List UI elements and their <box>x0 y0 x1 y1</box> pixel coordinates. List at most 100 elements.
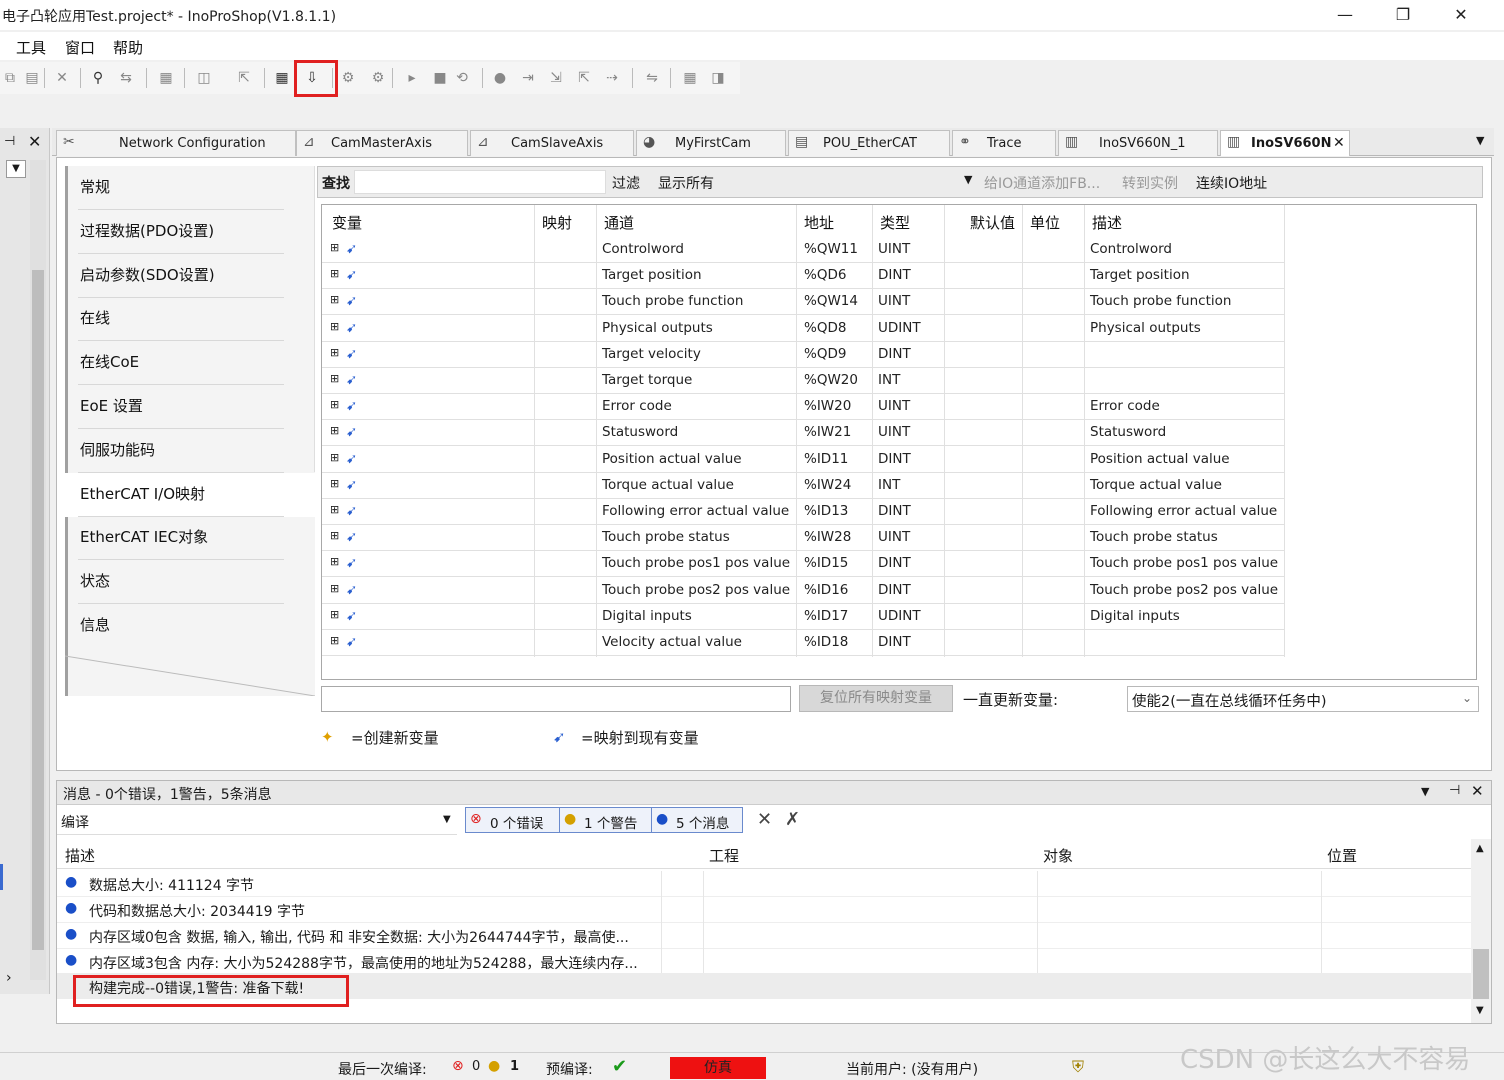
message-row[interactable]: ● 数据总大小: 411124 字节 <box>57 871 1471 897</box>
table-row[interactable]: ⊞ ➹ Following error actual value %ID13 DINT F… <box>322 499 1284 525</box>
scroll-down-icon[interactable]: ▼ <box>1476 1005 1484 1016</box>
nav-item[interactable]: EtherCAT IEC对象 <box>80 526 208 547</box>
reset-mapping-button[interactable]: 复位所有映射变量 <box>799 685 953 712</box>
map-variable-icon[interactable]: ➹ <box>346 346 357 362</box>
close-icon[interactable]: ✕ <box>1471 782 1484 800</box>
table-row[interactable]: ⊞ ➹ Target velocity %QD9 DINT <box>322 342 1284 368</box>
step-over-icon[interactable]: ⇥ <box>518 68 538 88</box>
logout-icon[interactable]: ⚙ <box>368 68 388 88</box>
run-icon[interactable]: ▸ <box>402 68 422 88</box>
filter-dropdown-icon[interactable]: ▼ <box>964 173 972 186</box>
close-button[interactable]: ✕ <box>1432 0 1490 30</box>
login-icon[interactable]: ⚙ <box>338 68 358 88</box>
print-icon[interactable]: ▦ <box>156 68 176 88</box>
map-variable-icon[interactable]: ➹ <box>346 634 357 650</box>
expand-icon[interactable]: ⊞ <box>330 398 339 411</box>
paste-icon[interactable]: ▤ <box>22 68 42 88</box>
filter-select[interactable]: 显示所有 <box>658 173 714 193</box>
step-out-icon[interactable]: ⇱ <box>574 68 594 88</box>
table-row[interactable]: ⊞ ➹ Target torque %QW20 INT <box>322 368 1284 394</box>
col-description[interactable]: 描述 <box>65 845 95 866</box>
expand-icon[interactable]: ⊞ <box>330 346 339 359</box>
add-fb-button[interactable]: 给IO通道添加FB... <box>984 173 1100 193</box>
table-row[interactable]: ⊞ ➹ Touch probe status %IW28 UINT Touch probe… <box>322 525 1284 552</box>
tab-cammasteraxis[interactable]: ⊿ CamMasterAxis <box>296 130 468 156</box>
map-variable-icon[interactable]: ➹ <box>346 372 357 388</box>
pin-icon[interactable]: ⊣ <box>1449 783 1460 798</box>
table-row[interactable]: ⊞ ➹ Touch probe function %QW14 UINT Touch pro… <box>322 289 1284 316</box>
reset-icon[interactable]: ⟲ <box>452 68 472 88</box>
nav-item[interactable]: 伺服功能码 <box>80 439 155 460</box>
warnings-filter[interactable]: ● 1 个警告 <box>560 808 652 832</box>
flow-icon[interactable]: ⇋ <box>642 68 662 88</box>
nav-item[interactable]: EtherCAT I/O映射 <box>80 483 205 504</box>
menu-help[interactable]: 帮助 <box>113 37 143 58</box>
map-variable-icon[interactable]: ➹ <box>346 529 357 545</box>
map-variable-icon[interactable]: ➹ <box>346 293 357 309</box>
table-row[interactable]: ⊞ ➹ Controlword %QW11 UINT Controlword <box>322 237 1284 263</box>
goto-instance-button[interactable]: 转到实例 <box>1122 173 1178 193</box>
dropdown-icon[interactable]: ▼ <box>6 160 26 178</box>
table-row[interactable]: ⊞ ➹ Digital inputs %ID17 UDINT Digital inputs <box>322 604 1284 630</box>
col-variable[interactable]: 变量 <box>332 212 362 233</box>
category-select[interactable]: 编译 ▼ <box>57 807 457 835</box>
map-variable-icon[interactable]: ➹ <box>346 398 357 414</box>
table-row[interactable]: ⊞ ➹ Velocity actual value %ID18 DINT <box>322 630 1284 656</box>
update-select[interactable]: 使能2(一直在总线循环任务中) ⌄ <box>1127 686 1479 712</box>
col-channel[interactable]: 通道 <box>604 212 634 233</box>
io-input[interactable] <box>321 686 791 712</box>
tab-network-configuration[interactable]: ✂ Network Configuration <box>56 130 296 156</box>
menu-window[interactable]: 窗口 <box>65 37 95 58</box>
nav-item[interactable]: 状态 <box>80 570 110 591</box>
tab-camslaveaxis[interactable]: ⊿ CamSlaveAxis <box>470 130 634 156</box>
nav-item[interactable]: 过程数据(PDO设置) <box>80 220 214 241</box>
table-row[interactable]: ⊞ ➹ Touch probe pos2 pos value %ID16 DINT Tou… <box>322 578 1284 604</box>
col-type[interactable]: 类型 <box>880 212 910 233</box>
expand-icon[interactable]: ⊞ <box>330 267 339 280</box>
table-row[interactable]: ⊞ ➹ Torque actual value %IW24 INT Torque actu… <box>322 473 1284 499</box>
map-variable-icon[interactable]: ➹ <box>346 503 357 519</box>
clear-all-icon[interactable]: ✗ <box>785 809 800 830</box>
replace-icon[interactable]: ⇆ <box>116 68 136 88</box>
debug-icon[interactable]: ◨ <box>708 68 728 88</box>
expand-icon[interactable]: ⊞ <box>330 293 339 306</box>
col-object[interactable]: 对象 <box>1043 845 1073 866</box>
expand-icon[interactable]: ⊞ <box>330 634 339 647</box>
simulation-indicator[interactable]: 仿真 <box>670 1057 766 1079</box>
col-project[interactable]: 工程 <box>709 845 739 866</box>
pin-icon[interactable]: ⊣ <box>4 134 15 149</box>
menu-tools[interactable]: 工具 <box>16 37 46 58</box>
scrollbar[interactable] <box>30 160 46 980</box>
col-description[interactable]: 描述 <box>1092 212 1122 233</box>
stop-icon[interactable]: ■ <box>430 68 450 88</box>
table-row[interactable]: ⊞ ➹ Physical outputs %QD8 UDINT Physical outp… <box>322 316 1284 342</box>
infos-filter[interactable]: ● 5 个消息 <box>652 808 742 832</box>
maximize-button[interactable]: ❐ <box>1374 0 1432 30</box>
message-row[interactable]: ● 内存区域3包含 内存: 大小为524288字节，最高使用的地址为524288，… <box>57 949 1471 975</box>
breakpoint-icon[interactable]: ● <box>490 68 510 88</box>
table-row[interactable]: ⊞ ➹ Position actual value %ID11 DINT Position… <box>322 447 1284 473</box>
tab-list-icon[interactable]: ▼ <box>1476 134 1484 147</box>
expand-icon[interactable]: ⊞ <box>330 320 339 333</box>
scroll-up-icon[interactable]: ▲ <box>1476 843 1484 854</box>
expand-icon[interactable]: ⊞ <box>330 451 339 464</box>
open-icon[interactable]: ⇱ <box>234 68 254 88</box>
nav-item[interactable]: 启动参数(SDO设置) <box>80 264 215 285</box>
col-position[interactable]: 位置 <box>1327 845 1357 866</box>
minimize-button[interactable]: — <box>1316 0 1374 30</box>
close-tab-icon[interactable]: ✕ <box>1333 135 1345 151</box>
errors-filter[interactable]: ⊗ 0 个错误 <box>466 808 560 832</box>
map-variable-icon[interactable]: ➹ <box>346 608 357 624</box>
window-icon[interactable]: ◫ <box>194 68 214 88</box>
expand-icon[interactable]: ⊞ <box>330 477 339 490</box>
messages-scrollbar[interactable]: ▲ ▼ <box>1471 839 1491 1023</box>
map-variable-icon[interactable]: ➹ <box>346 451 357 467</box>
col-mapping[interactable]: 映射 <box>542 212 572 233</box>
continuous-io-button[interactable]: 连续IO地址 <box>1196 173 1267 193</box>
col-default[interactable]: 默认值 <box>970 212 1015 233</box>
monitor-icon[interactable]: ▦ <box>680 68 700 88</box>
tab-trace[interactable]: ⚭ Trace <box>952 130 1056 156</box>
nav-item[interactable]: EoE 设置 <box>80 395 143 416</box>
expand-icon[interactable]: ⊞ <box>330 372 339 385</box>
clear-icon[interactable]: ✕ <box>757 809 772 830</box>
